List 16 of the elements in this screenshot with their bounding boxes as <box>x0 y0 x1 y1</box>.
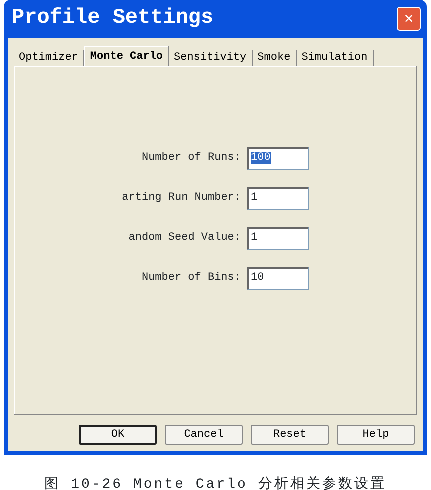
dialog-button[interactable]: Reset <box>251 425 329 445</box>
window-title: Profile Settings <box>12 6 214 32</box>
field-label: arting Run Number: <box>121 191 241 206</box>
input-field[interactable]: 10 <box>247 267 309 290</box>
tab[interactable]: Monte Carlo <box>84 46 170 66</box>
input-field[interactable]: 1 <box>247 187 309 210</box>
field-label: andom Seed Value: <box>128 231 241 246</box>
dialog-button[interactable]: OK <box>79 425 157 445</box>
figure-caption: 图 10-26 Monte Carlo 分析相关参数设置 <box>44 475 388 490</box>
input-field[interactable]: 1 <box>247 227 309 250</box>
dialog-button[interactable]: Cancel <box>165 425 243 445</box>
dialog-button[interactable]: Help <box>337 425 415 445</box>
field-label: Number of Bins: <box>140 271 241 286</box>
input-field[interactable]: 100 <box>247 147 309 170</box>
close-button[interactable]: ✕ <box>397 7 421 31</box>
field-label: Number of Runs: <box>140 151 241 166</box>
